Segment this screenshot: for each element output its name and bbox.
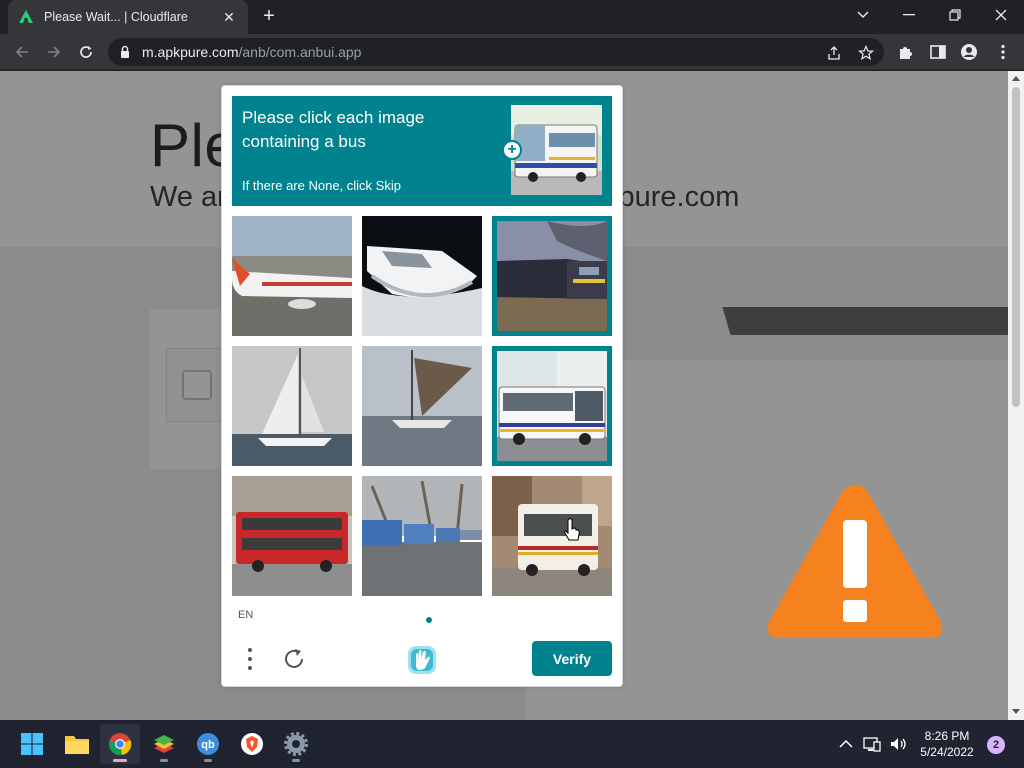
refresh-challenge-icon[interactable] <box>282 647 306 671</box>
share-icon[interactable] <box>826 45 842 61</box>
sailboat-image <box>232 346 352 466</box>
svg-text:qb: qb <box>201 739 215 751</box>
tile-4[interactable] <box>232 346 352 466</box>
brave-icon <box>241 733 263 755</box>
tile-5[interactable] <box>362 346 482 466</box>
start-icon <box>21 733 43 755</box>
tile-6[interactable] <box>492 346 612 466</box>
apkpure-favicon-icon <box>19 10 33 23</box>
back-arrow-icon <box>15 46 28 58</box>
prompt-hint: If there are None, click Skip <box>242 178 401 193</box>
running-indicator <box>204 759 212 762</box>
new-tab-button[interactable]: + <box>258 6 280 28</box>
browser-tab[interactable]: Please Wait... | Cloudflare ✕ <box>8 0 248 34</box>
lock-icon[interactable] <box>118 45 132 59</box>
url-host: m.apkpure.com <box>142 44 239 60</box>
bus-image <box>492 476 612 596</box>
taskbar: qb 8:26 PM 5/24/2022 <box>0 720 1024 768</box>
tile-9[interactable] <box>492 476 612 596</box>
tab-close-icon[interactable]: ✕ <box>220 9 238 26</box>
scroll-down-icon[interactable] <box>1012 709 1020 714</box>
taskbar-file-explorer[interactable] <box>57 724 97 764</box>
hcaptcha-challenge: Please click each image containing a bus… <box>221 85 623 687</box>
qbittorrent-icon: qb <box>197 733 219 755</box>
tile-8[interactable] <box>362 476 482 596</box>
chrome-icon <box>109 733 132 756</box>
sidepanel-icon[interactable] <box>929 43 947 61</box>
menu-dots-icon[interactable] <box>242 646 258 672</box>
forward-arrow-icon <box>48 46 61 58</box>
challenge-prompt: Please click each image containing a bus… <box>232 96 612 206</box>
start-button[interactable] <box>12 724 52 764</box>
parked-buses-image <box>362 476 482 596</box>
network-icon[interactable] <box>862 734 882 754</box>
url-path: /anb/com.anbui.app <box>238 44 362 60</box>
system-clock[interactable]: 8:26 PM 5/24/2022 <box>912 728 982 760</box>
reload-icon <box>80 46 92 58</box>
tab-title: Please Wait... | Cloudflare <box>44 10 188 24</box>
verify-button[interactable]: Verify <box>532 641 612 676</box>
warning-icon <box>767 485 943 638</box>
taskbar-settings[interactable] <box>276 724 316 764</box>
tile-2[interactable] <box>362 216 482 336</box>
sample-bus-image <box>511 105 602 195</box>
scroll-thumb[interactable] <box>1012 87 1020 407</box>
minimize-button[interactable] <box>886 0 932 30</box>
star-icon[interactable] <box>858 45 874 61</box>
chevron-up-icon[interactable] <box>836 734 856 754</box>
tab-strip: Please Wait... | Cloudflare ✕ + <box>0 0 1024 34</box>
forward-button[interactable] <box>42 40 66 64</box>
tile-1[interactable] <box>232 216 352 336</box>
speedboat-image <box>362 216 482 336</box>
taskbar-chrome[interactable] <box>100 724 140 764</box>
back-button[interactable] <box>10 40 34 64</box>
reload-button[interactable] <box>74 40 98 64</box>
hcaptcha-logo-icon[interactable] <box>405 643 439 677</box>
scroll-up-icon[interactable] <box>1012 76 1020 81</box>
running-indicator <box>292 759 300 762</box>
sample-expand-icon[interactable]: + <box>502 140 522 160</box>
double-decker-bus-image <box>232 476 352 596</box>
language-selector[interactable]: EN <box>238 609 253 621</box>
taskbar-qbittorrent[interactable]: qb <box>188 724 228 764</box>
close-window-button[interactable] <box>978 0 1024 30</box>
airplane-image <box>232 216 352 336</box>
train-image <box>497 221 607 331</box>
tab-search-icon[interactable] <box>840 0 886 30</box>
address-bar[interactable]: m.apkpure.com/anb/com.anbui.app <box>108 38 884 66</box>
tile-3[interactable] <box>492 216 612 336</box>
clock-time: 8:26 PM <box>924 729 970 743</box>
volume-icon[interactable] <box>888 734 908 754</box>
active-indicator <box>113 759 127 762</box>
profile-icon[interactable] <box>960 43 978 61</box>
hand-cursor-icon <box>564 518 580 541</box>
tile-7[interactable] <box>232 476 352 596</box>
taskbar-bluestacks[interactable] <box>144 724 184 764</box>
clock-date: 5/24/2022 <box>920 745 974 759</box>
page-scrollbar[interactable] <box>1008 71 1024 720</box>
extensions-icon[interactable] <box>897 43 915 61</box>
running-indicator <box>160 759 168 762</box>
kebab-menu-icon[interactable] <box>994 43 1012 61</box>
page-indicator-dot <box>426 617 432 623</box>
taskbar-brave[interactable] <box>232 724 272 764</box>
settings-icon <box>284 732 308 756</box>
bluestacks-icon <box>154 735 174 753</box>
browser-toolbar: m.apkpure.com/anb/com.anbui.app <box>0 34 1024 70</box>
prompt-text: Please click each image containing a bus <box>242 108 425 151</box>
notification-badge[interactable]: 2 <box>987 736 1005 754</box>
sailboat-image <box>362 346 482 466</box>
restore-button[interactable] <box>932 0 978 30</box>
file-explorer-icon <box>65 736 89 754</box>
bus-image <box>497 351 607 461</box>
